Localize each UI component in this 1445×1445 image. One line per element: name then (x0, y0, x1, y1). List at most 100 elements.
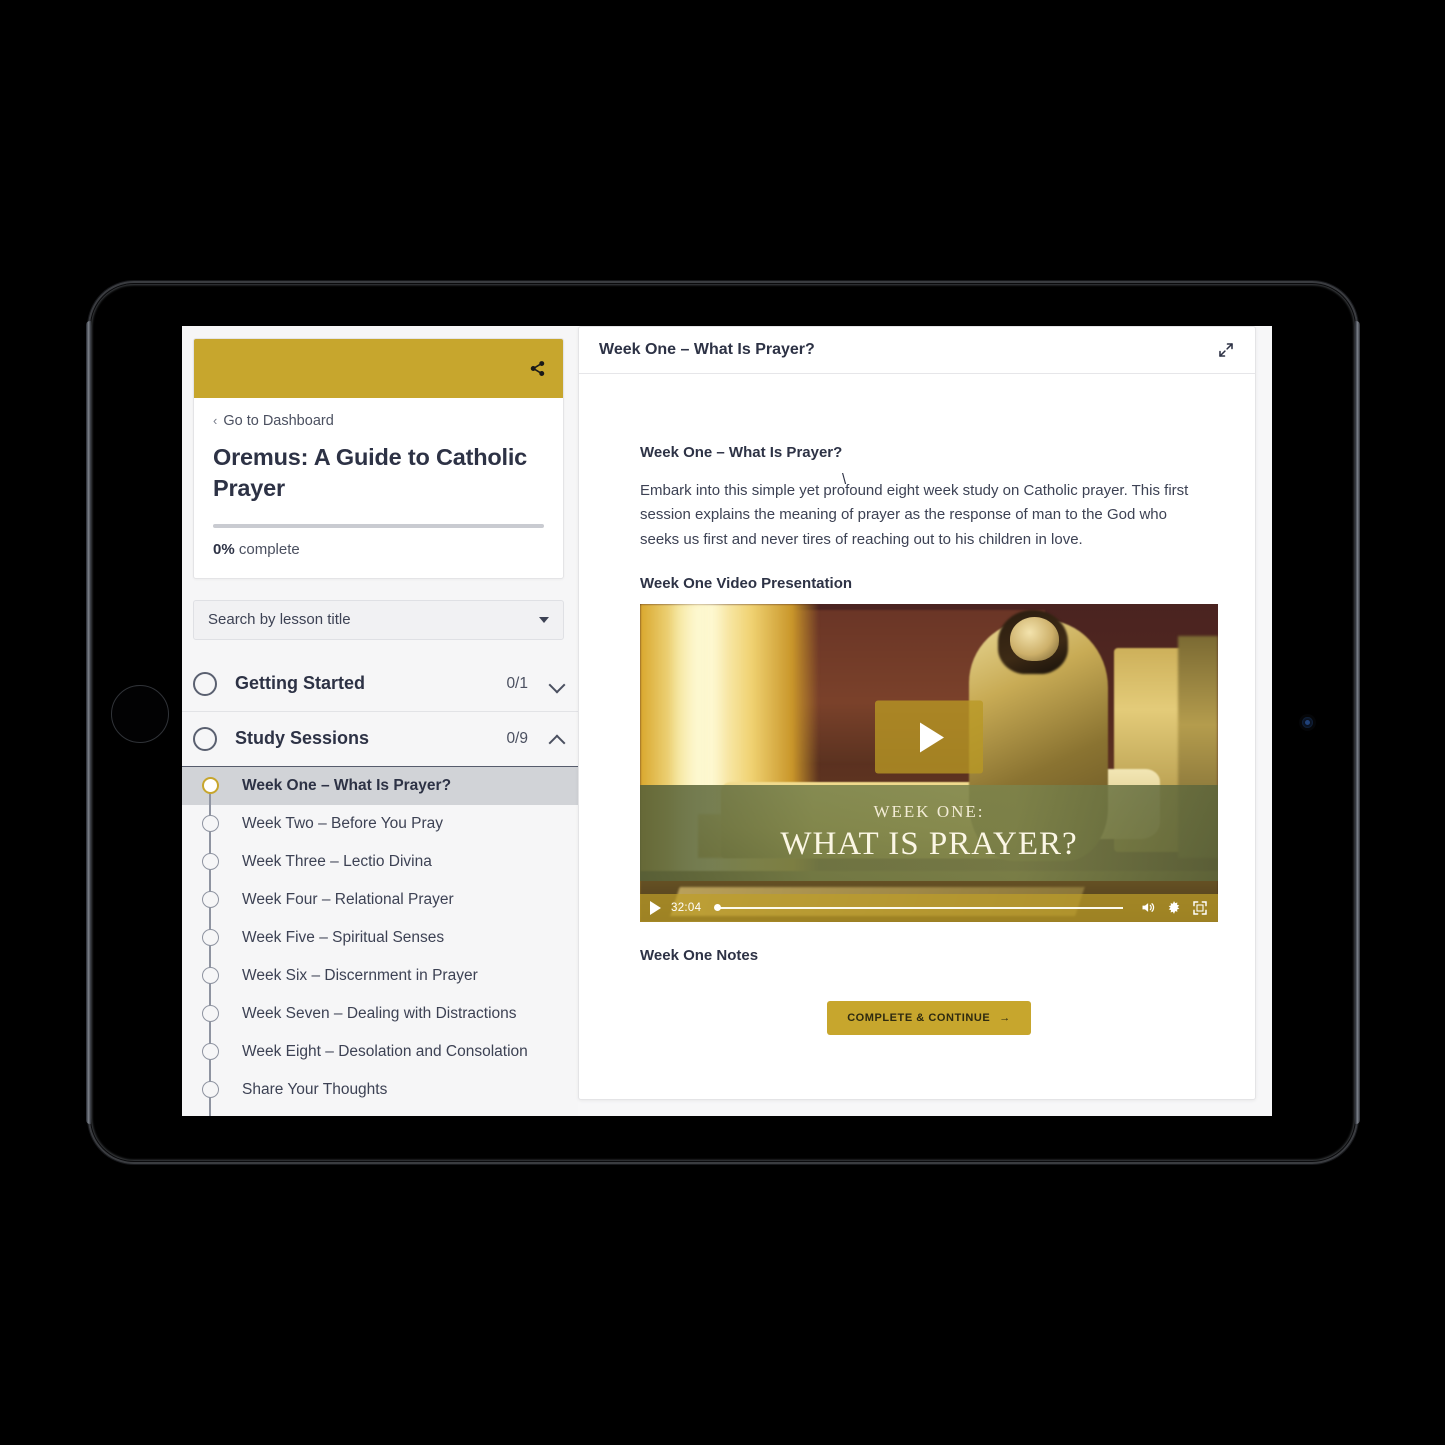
course-sidebar: ‹ Go to Dashboard Oremus: A Guide to Cat… (182, 326, 578, 1116)
tablet-device: ‹ Go to Dashboard Oremus: A Guide to Cat… (86, 281, 1360, 1164)
tablet-screen: ‹ Go to Dashboard Oremus: A Guide to Cat… (182, 326, 1272, 1116)
go-to-dashboard-link[interactable]: ‹ Go to Dashboard (213, 413, 544, 429)
lesson-status-dot-wrap (193, 929, 227, 947)
device-right-edge (1355, 321, 1360, 1124)
play-icon[interactable] (650, 900, 661, 915)
list-item[interactable]: Week Six – Discernment in Prayer (182, 957, 578, 995)
list-item[interactable]: Week Two – Before You Pray (182, 805, 578, 843)
lesson-status-dot-wrap (193, 1081, 227, 1099)
sidebar-section-study-sessions[interactable]: Study Sessions 0/9 (182, 712, 578, 767)
course-title: Oremus: A Guide to Catholic Prayer (213, 444, 528, 501)
video-scrubber-handle[interactable] (714, 904, 722, 912)
lesson-title: Week Five – Spiritual Senses (242, 928, 445, 946)
lesson-status-dot (201, 815, 219, 833)
video-controls: 32:04 (640, 893, 1218, 922)
app-viewport: ‹ Go to Dashboard Oremus: A Guide to Cat… (182, 326, 1272, 1116)
lesson-title: Week Seven – Dealing with Distractions (242, 1004, 517, 1022)
page-title: Week One – What Is Prayer? (599, 341, 815, 358)
list-item[interactable]: Week One – What Is Prayer? (182, 766, 578, 805)
section-count: 0/9 (506, 729, 528, 747)
front-camera (1302, 717, 1313, 728)
screenshot-root: ‹ Go to Dashboard Oremus: A Guide to Cat… (0, 0, 1445, 1445)
list-item[interactable]: Week Four – Relational Prayer (182, 881, 578, 919)
lesson-content-panel: Week One – What Is Prayer? \ Week One – … (578, 326, 1272, 1116)
video-scrubber[interactable] (714, 904, 1123, 912)
lesson-status-dot (201, 777, 219, 795)
section-status-circle (193, 671, 217, 696)
lesson-title: Week Two – Before You Pray (242, 814, 444, 832)
lesson-status-dot-wrap (193, 815, 227, 833)
video-overlay-title: What Is Prayer? (780, 826, 1078, 863)
chevron-down-icon (539, 616, 549, 623)
lesson-status-dot (201, 853, 219, 871)
expand-icon[interactable] (1215, 339, 1237, 361)
chevron-up-icon[interactable] (550, 732, 564, 746)
lesson-status-dot-wrap (193, 891, 227, 909)
cta-label: COMPLETE & CONTINUE (847, 1011, 991, 1024)
progress-complete-word: complete (238, 540, 300, 558)
course-banner (194, 339, 563, 398)
video-section-heading: Week One Video Presentation (640, 574, 853, 592)
lesson-title: Week One – What Is Prayer? (242, 776, 452, 794)
play-icon[interactable] (875, 700, 983, 774)
search-lesson-placeholder: Search by lesson title (208, 611, 351, 629)
chevron-down-icon[interactable] (550, 677, 564, 691)
share-icon[interactable] (525, 356, 549, 380)
list-item[interactable]: Share Your Thoughts (182, 1071, 578, 1109)
lesson-status-dot-wrap (193, 777, 227, 795)
stray-text-mark: \ (842, 471, 847, 488)
arrow-right-icon: → (999, 1011, 1011, 1024)
lesson-status-dot (201, 929, 219, 947)
chevron-left-icon: ‹ (213, 413, 218, 428)
list-item[interactable]: Week Eight – Desolation and Consolation (182, 1033, 578, 1071)
play-triangle (920, 722, 944, 753)
lesson-status-dot-wrap (193, 967, 227, 985)
course-card-body: ‹ Go to Dashboard Oremus: A Guide to Cat… (194, 398, 563, 578)
lesson-description: Embark into this simple yet profound eig… (640, 482, 1189, 548)
lesson-status-dot (201, 891, 219, 909)
lesson-title: Week Six – Discernment in Prayer (242, 966, 478, 984)
lesson-title: Share Your Thoughts (242, 1080, 388, 1098)
lesson-status-dot (201, 1081, 219, 1099)
video-title-overlay: Week One: What Is Prayer? (640, 785, 1218, 881)
lesson-status-dot (201, 967, 219, 985)
section-title: Getting Started (235, 673, 366, 694)
lesson-card: Week One – What Is Prayer? \ Week One – … (578, 326, 1256, 1100)
progress-percent: 0% (213, 540, 235, 558)
gear-icon[interactable] (1166, 900, 1182, 916)
fullscreen-icon[interactable] (1192, 900, 1208, 916)
lesson-body: \ Week One – What Is Prayer? Embark into… (579, 374, 1255, 1099)
lesson-connector-line (209, 785, 211, 1116)
cta-container: COMPLETE & CONTINUE → (640, 1000, 1218, 1035)
list-item[interactable]: Week Seven – Dealing with Distractions (182, 995, 578, 1033)
video-duration: 32:04 (671, 901, 702, 914)
progress-label: 0% complete (213, 541, 544, 558)
go-to-dashboard-label: Go to Dashboard (223, 413, 334, 429)
lesson-header: Week One – What Is Prayer? (579, 327, 1255, 374)
volume-icon[interactable] (1139, 900, 1156, 915)
lesson-status-dot-wrap (193, 853, 227, 871)
home-button[interactable] (111, 685, 169, 743)
section-count: 0/1 (506, 674, 528, 692)
lesson-title: Week Eight – Desolation and Consolation (242, 1042, 528, 1060)
complete-and-continue-button[interactable]: COMPLETE & CONTINUE → (827, 1000, 1031, 1035)
lesson-status-dot (201, 1043, 219, 1061)
video-player[interactable]: Week One: What Is Prayer? 32:04 (640, 603, 1218, 922)
video-overlay-week: Week One: (873, 802, 985, 822)
search-lesson-select[interactable]: Search by lesson title (193, 599, 564, 640)
list-item[interactable]: Week Five – Spiritual Senses (182, 919, 578, 957)
lesson-list: Week One – What Is Prayer? Week Two – Be… (182, 766, 578, 1116)
course-card: ‹ Go to Dashboard Oremus: A Guide to Cat… (193, 338, 564, 579)
sidebar-section-getting-started[interactable]: Getting Started 0/1 (182, 657, 578, 712)
device-left-edge (86, 321, 91, 1124)
lesson-status-dot (201, 1005, 219, 1023)
notes-section-heading: Week One Notes (640, 946, 759, 964)
lesson-status-dot-wrap (193, 1043, 227, 1061)
progress-bar (213, 523, 544, 528)
list-item[interactable]: Week Three – Lectio Divina (182, 843, 578, 881)
lesson-status-dot-wrap (193, 1005, 227, 1023)
lesson-section-heading: Week One – What Is Prayer? (640, 444, 843, 461)
section-status-circle (193, 726, 217, 751)
lesson-title: Week Four – Relational Prayer (242, 890, 454, 908)
section-title: Study Sessions (235, 728, 370, 749)
